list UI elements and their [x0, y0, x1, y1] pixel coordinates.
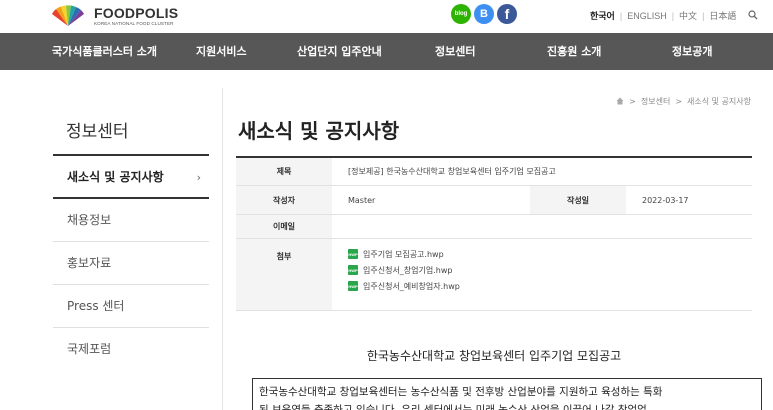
content-divider — [222, 88, 223, 410]
attachment-item[interactable]: HWP 입주신청서_예비창업자.hwp — [348, 281, 460, 291]
document-body-line: 된 보육역들 충족하고 있습니다. 우리 센터에서는 미래 농수산 산업을 이끌… — [259, 404, 647, 410]
nav-item-public-info[interactable]: 정보공개 — [672, 33, 712, 70]
chevron-right-icon: › — [196, 171, 201, 184]
page-title: 새소식 및 공지사항 — [238, 119, 400, 143]
lang-divider: | — [702, 10, 705, 21]
sidebar-item-pr[interactable]: 홍보자료 — [53, 242, 209, 285]
nav-item-agency-intro[interactable]: 진흥원 소개 — [547, 33, 601, 70]
hwp-file-icon: HWP — [348, 281, 358, 291]
attachment-link[interactable]: 입주신청서_예비창업자.hwp — [363, 281, 460, 292]
social-links: blog B f — [451, 4, 517, 24]
date-value: 2022-03-17 — [642, 195, 689, 205]
sidebar-item-label: 홍보자료 — [67, 256, 112, 270]
sidebar-item-forum[interactable]: 국제포럼 — [53, 328, 209, 371]
attachment-link[interactable]: 입주신청서_창업기업.hwp — [363, 265, 452, 276]
sidebar-item-label: 국제포럼 — [67, 342, 112, 356]
author-value: Master — [348, 195, 376, 205]
sidebar-item-press[interactable]: Press 센터 — [53, 285, 209, 328]
email-row: 이메일 — [236, 215, 752, 239]
attachment-item[interactable]: HWP 입주신청서_창업기업.hwp — [348, 265, 452, 275]
nav-item-cluster-intro[interactable]: 국가식품클러스터 소개 — [52, 33, 157, 70]
nav-item-info-center[interactable]: 정보센터 — [435, 33, 475, 70]
top-bar: FOODPOLIS KOREA NATIONAL FOOD CLUSTER bl… — [0, 0, 773, 32]
search-icon[interactable] — [748, 9, 758, 22]
lang-korean[interactable]: 한국어 — [590, 9, 615, 22]
author-label: 작성자 — [236, 186, 332, 214]
breadcrumb-item[interactable]: 정보센터 — [641, 96, 670, 107]
sidebar-item-news[interactable]: 새소식 및 공지사항 › — [53, 156, 209, 199]
breadcrumb-separator: > — [629, 97, 636, 106]
document-title: 한국농수산대학교 창업보육센터 입주기업 모집공고 — [366, 349, 622, 363]
document-body-line: 한국농수산대학교 창업보육센터는 농수산식품 및 전후방 산업분야를 지원하고 … — [259, 386, 663, 398]
logo-fan-icon — [52, 5, 84, 27]
attachment-item[interactable]: HWP 입주기업 모집공고.hwp — [348, 249, 444, 259]
sidebar-item-label: 새소식 및 공지사항 — [67, 170, 164, 184]
lang-divider: | — [619, 10, 623, 21]
author-row: 작성자 Master 작성일 2022-03-17 — [236, 186, 752, 215]
breadcrumb: > 정보센터 > 새소식 및 공지사항 — [616, 96, 751, 107]
main-nav: 국가식품클러스터 소개 지원서비스 산업단지 입주안내 정보센터 진흥원 소개 … — [0, 33, 773, 70]
date-label: 작성일 — [530, 186, 626, 214]
attachment-list: HWP 입주기업 모집공고.hwp HWP 입주신청서_창업기업.hwp HWP… — [332, 239, 460, 310]
post-info-table: 제목 [정보제공] 한국농수산대학교 창업보육센터 입주기업 모집공고 작성자 … — [236, 156, 752, 311]
hwp-file-icon: HWP — [348, 265, 358, 275]
nav-item-industrial-complex[interactable]: 산업단지 입주안내 — [297, 33, 382, 70]
lang-chinese[interactable]: 中文 — [679, 9, 697, 22]
sidebar-title: 정보센터 — [66, 122, 129, 142]
band-icon[interactable]: B — [474, 4, 494, 24]
sidebar-menu: 새소식 및 공지사항 › 채용정보 홍보자료 Press 센터 국제포럼 — [53, 154, 209, 371]
subject-row: 제목 [정보제공] 한국농수산대학교 창업보육센터 입주기업 모집공고 — [236, 158, 752, 186]
logo-subtitle: KOREA NATIONAL FOOD CLUSTER — [94, 20, 174, 26]
sidebar-item-label: Press 센터 — [67, 299, 125, 313]
email-value — [332, 215, 348, 238]
attachment-link[interactable]: 입주기업 모집공고.hwp — [363, 249, 444, 260]
email-label: 이메일 — [236, 215, 332, 238]
subject-label: 제목 — [236, 158, 332, 185]
logo-name: FOODPOLIS — [94, 4, 179, 21]
subject-value: [정보제공] 한국농수산대학교 창업보육센터 입주기업 모집공고 — [348, 167, 556, 176]
sidebar-item-label: 채용정보 — [67, 213, 112, 227]
lang-english[interactable]: ENGLISH — [627, 11, 667, 21]
document-body: 한국농수산대학교 창업보육센터는 농수산식품 및 전후방 산업분야를 지원하고 … — [252, 378, 762, 410]
lang-divider: | — [671, 10, 675, 21]
home-icon[interactable] — [616, 97, 624, 107]
attachment-row: 첨부 HWP 입주기업 모집공고.hwp HWP 입주신청서_창업기업.hwp … — [236, 239, 752, 311]
language-selector: 한국어 | ENGLISH | 中文 | 日本語 — [590, 9, 758, 22]
breadcrumb-item[interactable]: 새소식 및 공지사항 — [687, 96, 751, 107]
logo[interactable]: FOODPOLIS KOREA NATIONAL FOOD CLUSTER — [48, 3, 178, 29]
nav-item-support-services[interactable]: 지원서비스 — [196, 33, 247, 70]
breadcrumb-separator: > — [675, 97, 683, 106]
hwp-file-icon: HWP — [348, 249, 358, 259]
blog-icon[interactable]: blog — [451, 4, 471, 24]
sidebar-item-jobs[interactable]: 채용정보 — [53, 199, 209, 242]
attachment-label: 첨부 — [236, 239, 332, 310]
lang-japanese[interactable]: 日本語 — [709, 9, 736, 22]
facebook-icon[interactable]: f — [497, 4, 517, 24]
